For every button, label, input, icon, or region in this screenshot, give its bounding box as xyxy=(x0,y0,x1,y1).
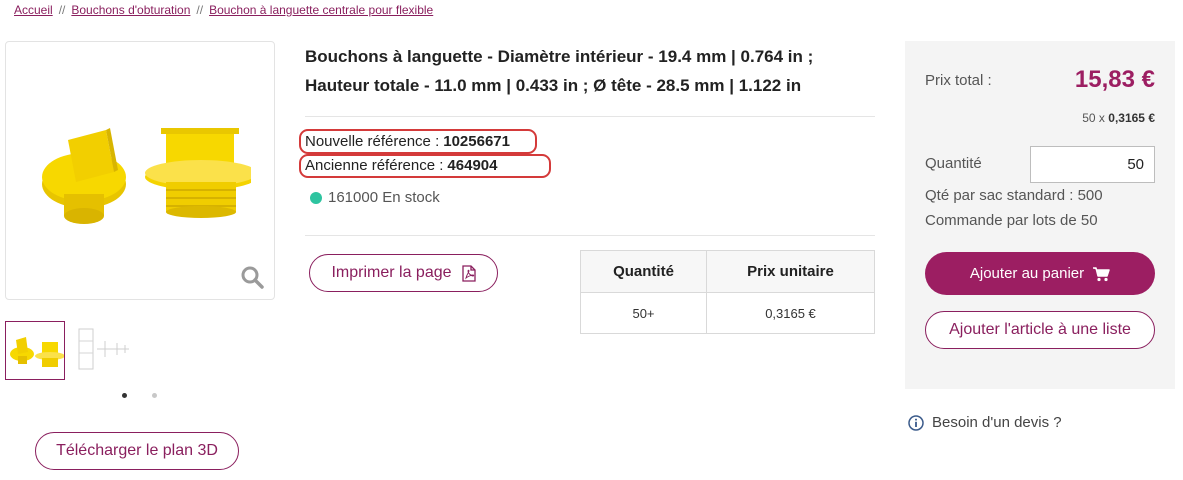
cart-icon xyxy=(1093,266,1110,281)
highlight-mark-old-ref xyxy=(299,154,551,178)
download-3d-button[interactable]: Télécharger le plan 3D xyxy=(35,432,239,470)
price-table-header-quantity: Quantité xyxy=(580,250,707,293)
quantity-label: Quantité xyxy=(925,155,982,172)
divider xyxy=(305,116,875,117)
price-table-header-row: Quantité Prix unitaire xyxy=(580,250,875,293)
breadcrumb-separator: // xyxy=(58,3,66,17)
carousel-dot[interactable] xyxy=(152,393,157,398)
price-table-cell-price: 0,3165 € xyxy=(706,292,875,334)
breadcrumb: Accueil // Bouchons d'obturation // Bouchon … xyxy=(14,3,433,17)
pdf-icon xyxy=(461,264,476,282)
add-to-cart-label: Ajouter au panier xyxy=(969,265,1085,282)
thumbnail-plug-image xyxy=(10,337,65,367)
print-page-label: Imprimer la page xyxy=(331,264,452,281)
info-icon xyxy=(908,414,924,431)
total-price-label: Prix total : xyxy=(925,72,992,89)
price-table-header-unit-price: Prix unitaire xyxy=(706,250,875,293)
divider xyxy=(305,235,875,236)
stock-status: 161000 En stock xyxy=(310,189,440,206)
price-table: Quantité Prix unitaire 50+ 0,3165 € xyxy=(580,250,875,334)
quantity-input[interactable] xyxy=(1030,146,1155,183)
quote-link[interactable]: Besoin d'un devis ? xyxy=(908,414,1062,431)
stock-dot-icon xyxy=(310,191,322,204)
carousel-dot-active[interactable] xyxy=(122,393,127,398)
thumbnail-product-photo[interactable] xyxy=(5,321,65,380)
highlight-mark-new-ref xyxy=(299,129,537,154)
total-price: 15,83 € xyxy=(1074,66,1155,93)
add-to-list-button[interactable]: Ajouter l'article à une liste xyxy=(925,311,1155,349)
print-page-button[interactable]: Imprimer la page xyxy=(309,254,498,292)
product-title: Bouchons à languette - Diamètre intérieu… xyxy=(305,47,814,95)
thumbnail-technical-drawing[interactable] xyxy=(73,321,133,380)
price-table-cell-quantity: 50+ xyxy=(580,292,707,334)
technical-drawing-thumbnail xyxy=(78,328,129,370)
lot-size-info: Commande par lots de 50 xyxy=(925,212,1098,229)
breadcrumb-home-link[interactable]: Accueil xyxy=(14,3,53,17)
table-row: 50+ 0,3165 € xyxy=(580,292,875,334)
breadcrumb-separator: // xyxy=(196,3,204,17)
product-main-image[interactable] xyxy=(5,41,275,300)
unit-price-value: 0,3165 € xyxy=(1108,111,1155,125)
breadcrumb-category-link[interactable]: Bouchons d'obturation xyxy=(71,3,190,17)
stock-text: 161000 En stock xyxy=(328,189,440,206)
breadcrumb-current-link[interactable]: Bouchon à languette centrale pour flexib… xyxy=(209,3,433,17)
product-plug-image xyxy=(42,128,251,224)
add-to-cart-button[interactable]: Ajouter au panier xyxy=(925,252,1155,295)
quote-label: Besoin d'un devis ? xyxy=(932,414,1062,431)
standard-bag-info: Qté par sac standard : 500 xyxy=(925,187,1103,204)
zoom-icon[interactable] xyxy=(240,265,264,289)
purchase-panel: Prix total : 15,83 € 50 x 0,3165 € Quant… xyxy=(905,41,1175,389)
unit-price-prefix: 50 x xyxy=(1082,111,1105,125)
unit-price-breakdown: 50 x 0,3165 € xyxy=(1082,111,1155,125)
